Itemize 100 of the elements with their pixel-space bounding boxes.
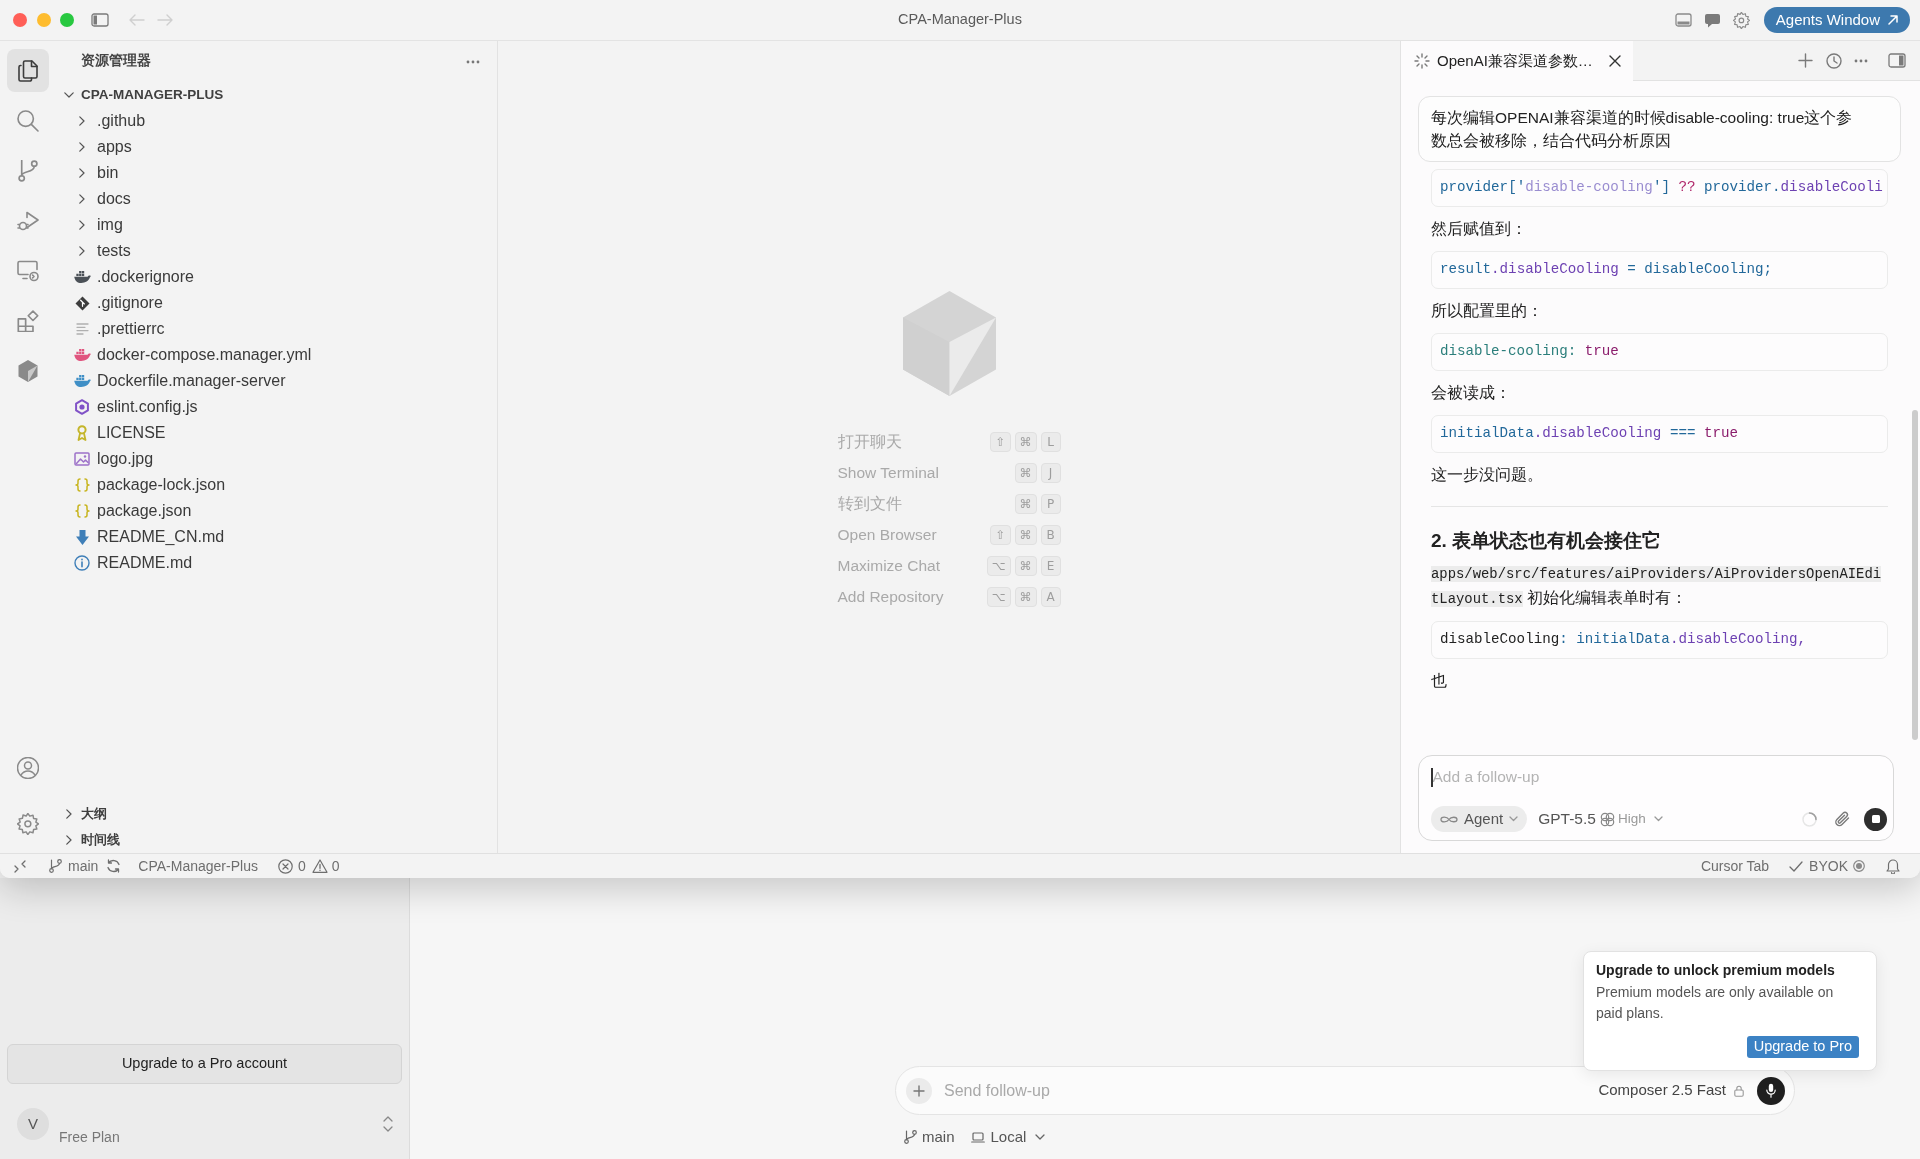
spinner-icon	[1414, 53, 1430, 69]
chat-input-box[interactable]: Add a follow-up Agent GPT-5.5 High	[1418, 755, 1894, 841]
upgrade-account-button[interactable]: Upgrade to a Pro account	[7, 1044, 402, 1084]
follow-up-input[interactable]: Add a follow-up	[1432, 765, 1887, 789]
window-title: CPA-Manager-Plus	[898, 10, 1022, 30]
chevron-updown-icon[interactable]	[383, 1116, 393, 1132]
message-heading: 2. 表单状态也有机会接住它	[1431, 529, 1662, 553]
panel-bottom-icon[interactable]	[1674, 13, 1692, 27]
settings-icon	[17, 812, 39, 835]
tree-item[interactable]: img	[74, 212, 123, 238]
message-text: 然后赋值到：	[1431, 219, 1527, 239]
error-icon	[277, 858, 293, 874]
tree-item[interactable]: .github	[74, 108, 146, 134]
activity-bar-button[interactable]	[7, 49, 49, 92]
branch-selector[interactable]: main	[904, 1126, 955, 1149]
section-header[interactable]: 时间线	[61, 827, 120, 853]
project-name[interactable]: CPA-Manager-Plus	[138, 855, 258, 877]
text-cursor	[1431, 767, 1433, 787]
tree-item[interactable]: logo.jpg	[74, 446, 154, 472]
branch-status[interactable]: main	[49, 855, 99, 877]
shortcut-key: ⌘	[1014, 555, 1037, 576]
panel-title: 资源管理器	[81, 52, 151, 71]
branch-icon	[17, 159, 39, 182]
chevron-down-icon	[1653, 816, 1663, 822]
message-text: 这一步没问题。	[1431, 465, 1543, 485]
shortcut-key: L	[1040, 431, 1061, 452]
close-icon[interactable]	[1609, 55, 1621, 67]
chevrons-icon[interactable]	[14, 859, 26, 873]
monitor-icon	[17, 259, 39, 282]
message-text: 所以配置里的：	[1431, 301, 1543, 321]
tree-item[interactable]: Dockerfile.manager-server	[74, 368, 286, 394]
tree-item[interactable]: package.json	[74, 498, 192, 524]
tree-item[interactable]: .gitignore	[74, 290, 163, 316]
add-button[interactable]	[906, 1077, 932, 1104]
files-icon	[17, 59, 39, 82]
agents-window-button[interactable]: Agents Window	[1763, 7, 1910, 33]
panel-right-icon[interactable]	[1888, 53, 1906, 68]
settings-icon[interactable]	[1732, 11, 1750, 29]
tree-item[interactable]: README_CN.md	[74, 524, 225, 550]
plus-icon[interactable]	[1798, 53, 1813, 68]
braces-icon	[74, 478, 90, 492]
tree-item[interactable]: apps	[74, 134, 132, 160]
shortcut-key: J	[1040, 462, 1061, 483]
chevron-down-icon	[1035, 1134, 1046, 1141]
more-icon[interactable]	[1854, 58, 1868, 63]
whale-icon	[73, 271, 91, 283]
tree-item[interactable]: CPA-MANAGER-PLUS	[61, 82, 224, 108]
tree-item[interactable]: LICENSE	[74, 420, 166, 446]
byok-status[interactable]: BYOK	[1789, 855, 1865, 877]
chat-bubble-icon[interactable]	[1703, 12, 1721, 28]
user-avatar[interactable]: V	[17, 1108, 49, 1140]
shortcut-key: ⇧	[990, 431, 1011, 452]
microphone-button[interactable]	[1757, 1076, 1785, 1105]
braces-icon	[74, 504, 90, 518]
tree-item[interactable]: docker-compose.manager.yml	[74, 342, 312, 368]
clock-icon[interactable]	[1826, 52, 1842, 69]
zoom-window-icon[interactable]	[60, 13, 74, 27]
paperclip-icon[interactable]	[1834, 811, 1850, 827]
problems-status[interactable]: 0 0	[277, 855, 340, 877]
tree-item[interactable]: README.md	[74, 550, 193, 576]
sync-icon[interactable]	[106, 859, 122, 873]
model-selector[interactable]: Composer 2.5 Fast	[1598, 1079, 1744, 1102]
warning-icon	[311, 859, 328, 873]
stop-button[interactable]	[1864, 807, 1887, 831]
location-selector[interactable]: Local	[970, 1126, 1046, 1149]
tree-item[interactable]: bin	[74, 160, 119, 186]
message-text: 会被读成：	[1431, 383, 1511, 403]
infinity-icon	[1440, 814, 1458, 824]
plan-label: Free Plan	[59, 1128, 120, 1147]
model-selector[interactable]: GPT-5.5 High	[1538, 807, 1663, 831]
radio-dot-icon	[1853, 860, 1865, 872]
tree-item[interactable]: docs	[74, 186, 131, 212]
sidebar-toggle-icon[interactable]	[91, 13, 109, 27]
ribbon-icon	[76, 425, 88, 441]
message-input[interactable]: Send follow-up	[944, 1078, 1599, 1103]
code-block: disable-cooling: true	[1431, 333, 1888, 371]
mode-selector[interactable]: Agent	[1431, 806, 1528, 832]
tree-item[interactable]: .dockerignore	[74, 264, 194, 290]
tree-item[interactable]: .prettierrc	[74, 316, 165, 342]
bell-icon[interactable]	[1886, 858, 1900, 874]
tree-item[interactable]: package-lock.json	[74, 472, 226, 498]
upgrade-button[interactable]: Upgrade to Pro	[1746, 1036, 1859, 1058]
cursor-tab-status[interactable]: Cursor Tab	[1700, 855, 1770, 877]
chevron-down-icon	[1509, 816, 1519, 822]
lines-icon	[75, 323, 89, 335]
scrollbar-thumb[interactable]	[1912, 410, 1918, 740]
close-window-icon[interactable]	[13, 13, 27, 27]
shortcut-key: ⌥	[986, 586, 1011, 607]
check-icon	[1789, 860, 1804, 872]
section-header[interactable]: 大纲	[61, 801, 107, 827]
composer-box[interactable]: Send follow-up Composer 2.5 Fast	[895, 1066, 1795, 1115]
code-block: provider['disable-cooling'] ?? provider.disableCooli	[1431, 169, 1888, 207]
branch-icon	[904, 1130, 917, 1145]
tree-item[interactable]: tests	[74, 238, 131, 264]
hexagon-icon	[74, 399, 90, 415]
tree-item[interactable]: eslint.config.js	[74, 394, 198, 420]
loading-spinner-icon	[1802, 811, 1817, 827]
whale-icon	[73, 375, 91, 387]
more-icon[interactable]	[466, 59, 480, 64]
chat-tab[interactable]: OpenAI兼容渠道参数…	[1401, 41, 1633, 81]
